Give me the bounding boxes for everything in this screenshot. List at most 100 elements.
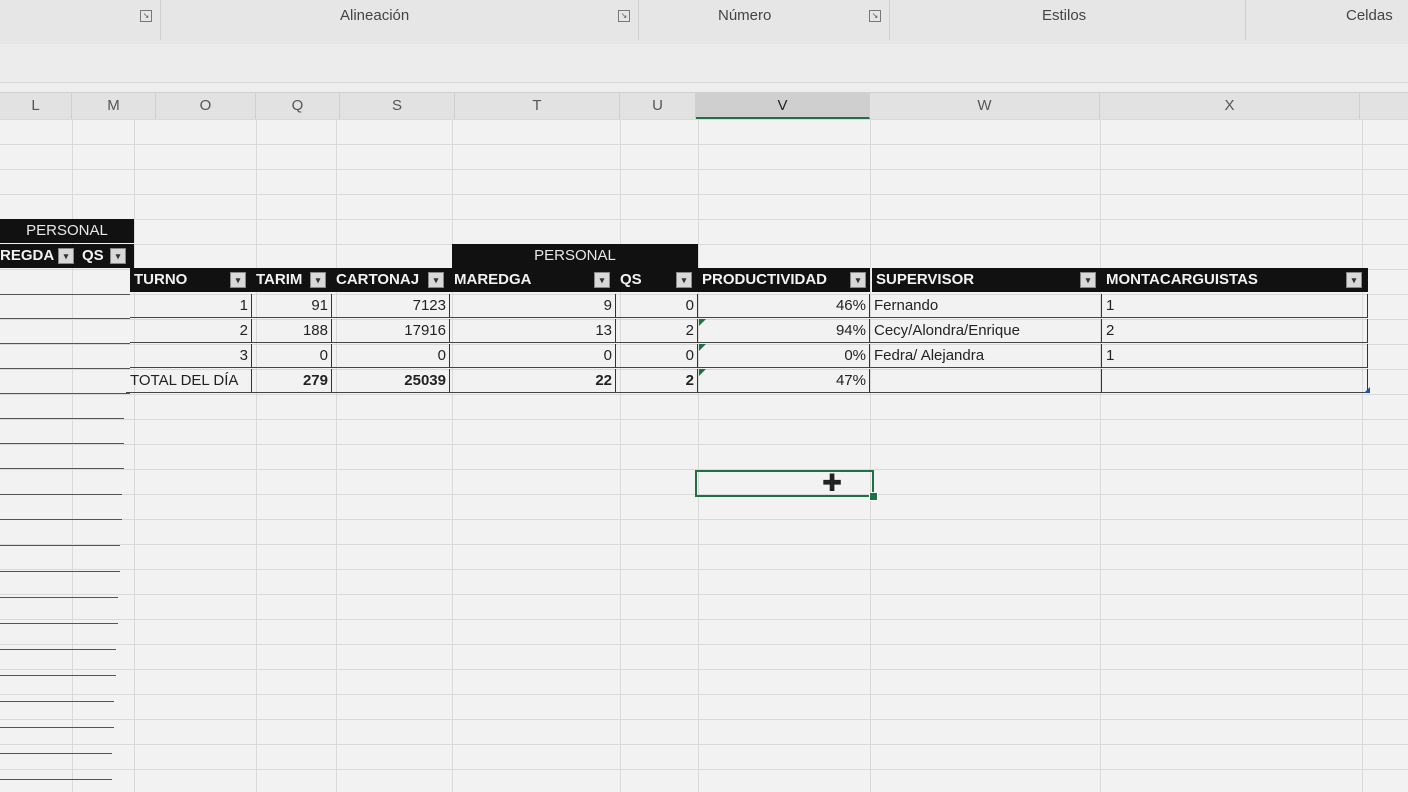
grid-line bbox=[134, 119, 135, 792]
total-maredga[interactable]: 22 bbox=[450, 369, 616, 393]
filter-dropdown-icon[interactable]: ▾ bbox=[110, 248, 126, 264]
cell-tarim[interactable]: 0 bbox=[252, 344, 332, 368]
cell-supervisor[interactable]: Fernando bbox=[870, 294, 1102, 318]
ribbon-group-estilos: Estilos bbox=[1042, 7, 1087, 24]
cell-productividad[interactable]: 94% bbox=[698, 319, 870, 343]
header-tarim-label: TARIM bbox=[256, 271, 303, 288]
filter-dropdown-icon[interactable]: ▾ bbox=[230, 272, 246, 288]
column-header-x[interactable]: X bbox=[1100, 93, 1360, 119]
cell-supervisor[interactable]: Cecy/Alondra/Enrique bbox=[870, 319, 1102, 343]
cell-montacarguistas[interactable]: 2 bbox=[1102, 319, 1368, 343]
grid-line bbox=[1362, 119, 1363, 792]
total-supervisor[interactable] bbox=[870, 369, 1102, 393]
header-productividad[interactable]: PRODUCTIVIDAD ▾ bbox=[698, 268, 870, 292]
ribbon-separator bbox=[160, 0, 161, 40]
filter-dropdown-icon[interactable]: ▾ bbox=[676, 272, 692, 288]
error-indicator-icon[interactable] bbox=[699, 344, 706, 351]
column-header-t[interactable]: T bbox=[455, 93, 620, 119]
filter-dropdown-icon[interactable]: ▾ bbox=[58, 248, 74, 264]
cell-qs[interactable]: 0 bbox=[616, 344, 698, 368]
filter-dropdown-icon[interactable]: ▾ bbox=[428, 272, 444, 288]
cell-tarim[interactable]: 91 bbox=[252, 294, 332, 318]
table-resize-handle-icon[interactable] bbox=[1364, 387, 1370, 393]
cell-productividad[interactable]: 0% bbox=[698, 344, 870, 368]
cell-tarim[interactable]: 188 bbox=[252, 319, 332, 343]
grid-line bbox=[870, 119, 871, 792]
filter-dropdown-icon[interactable]: ▾ bbox=[850, 272, 866, 288]
cell-cartonaj[interactable]: 0 bbox=[332, 344, 450, 368]
header-montacarguistas[interactable]: MONTACARGUISTAS ▾ bbox=[1102, 268, 1368, 292]
font-dialog-launcher-icon[interactable]: ↘ bbox=[140, 10, 152, 22]
cell-maredga[interactable]: 0 bbox=[450, 344, 616, 368]
cell-turno[interactable]: 1 bbox=[130, 294, 252, 318]
left-row-border bbox=[0, 318, 130, 319]
left-row-border bbox=[0, 779, 112, 780]
cell-maredga[interactable]: 13 bbox=[450, 319, 616, 343]
ribbon-group-alineacion: Alineación bbox=[340, 7, 410, 24]
left-header-regda[interactable]: REGDA ▾ bbox=[0, 244, 78, 268]
total-label[interactable]: TOTAL DEL DÍA bbox=[126, 369, 252, 393]
left-row-border bbox=[0, 343, 130, 344]
column-header-row: L M O Q S T U V W X bbox=[0, 92, 1408, 120]
grid-line bbox=[452, 119, 453, 792]
cell-qs[interactable]: 2 bbox=[616, 319, 698, 343]
total-montacarguistas[interactable] bbox=[1102, 369, 1368, 393]
cell-productividad[interactable]: 46% bbox=[698, 294, 870, 318]
cell-maredga[interactable]: 9 bbox=[450, 294, 616, 318]
column-header-v[interactable]: V bbox=[696, 93, 870, 119]
grid-line bbox=[620, 119, 621, 792]
cell-supervisor[interactable]: Fedra/ Alejandra bbox=[870, 344, 1102, 368]
total-qs[interactable]: 2 bbox=[616, 369, 698, 393]
error-indicator-icon[interactable] bbox=[699, 369, 706, 376]
table-group-title: PERSONAL bbox=[452, 244, 698, 268]
column-header-w[interactable]: W bbox=[870, 93, 1100, 119]
header-qs[interactable]: QS ▾ bbox=[616, 268, 698, 292]
fill-handle[interactable] bbox=[869, 492, 878, 501]
total-tarim[interactable]: 279 bbox=[252, 369, 332, 393]
left-row-border bbox=[0, 393, 130, 394]
error-indicator-icon[interactable] bbox=[699, 319, 706, 326]
active-cell-selection[interactable] bbox=[695, 470, 874, 497]
left-row-border bbox=[0, 494, 122, 495]
left-header-regda-label: REGDA bbox=[0, 247, 55, 264]
left-row-border bbox=[0, 418, 124, 419]
total-productividad[interactable]: 47% bbox=[698, 369, 870, 393]
column-header-u[interactable]: U bbox=[620, 93, 696, 119]
filter-dropdown-icon[interactable]: ▾ bbox=[594, 272, 610, 288]
column-header-o[interactable]: O bbox=[156, 93, 256, 119]
cell-turno[interactable]: 2 bbox=[130, 319, 252, 343]
cell-qs[interactable]: 0 bbox=[616, 294, 698, 318]
column-header-q[interactable]: Q bbox=[256, 93, 340, 119]
alignment-dialog-launcher-icon[interactable]: ↘ bbox=[618, 10, 630, 22]
column-header-m[interactable]: M bbox=[72, 93, 156, 119]
column-header-l[interactable]: L bbox=[0, 93, 72, 119]
ribbon-group-numero: Número bbox=[718, 7, 772, 24]
formula-bar[interactable] bbox=[0, 44, 1408, 83]
total-cartonaj[interactable]: 25039 bbox=[332, 369, 450, 393]
cell-montacarguistas[interactable]: 1 bbox=[1102, 294, 1368, 318]
left-row-border bbox=[0, 545, 120, 546]
left-row-border bbox=[0, 701, 114, 702]
cell-cartonaj[interactable]: 7123 bbox=[332, 294, 450, 318]
left-header-qs[interactable]: QS ▾ bbox=[78, 244, 134, 268]
header-turno[interactable]: TURNO ▾ bbox=[130, 268, 252, 292]
cell-turno[interactable]: 3 bbox=[130, 344, 252, 368]
column-header-s[interactable]: S bbox=[340, 93, 455, 119]
left-row-border bbox=[0, 468, 124, 469]
header-supervisor[interactable]: SUPERVISOR ▾ bbox=[872, 268, 1102, 292]
ribbon-group-celdas: Celdas bbox=[1346, 7, 1393, 24]
cell-montacarguistas[interactable]: 1 bbox=[1102, 344, 1368, 368]
cell-cartonaj[interactable]: 17916 bbox=[332, 319, 450, 343]
header-tarim[interactable]: TARIM ▾ bbox=[252, 268, 332, 292]
filter-dropdown-icon[interactable]: ▾ bbox=[1080, 272, 1096, 288]
filter-dropdown-icon[interactable]: ▾ bbox=[1346, 272, 1362, 288]
header-cartonaj[interactable]: CARTONAJ ▾ bbox=[332, 268, 450, 292]
header-maredga-label: MAREDGA bbox=[454, 271, 532, 288]
header-montacarguistas-label: MONTACARGUISTAS bbox=[1106, 271, 1258, 288]
number-dialog-launcher-icon[interactable]: ↘ bbox=[869, 10, 881, 22]
left-header-qs-label: QS bbox=[82, 247, 104, 264]
left-row-border bbox=[0, 571, 120, 572]
header-maredga[interactable]: MAREDGA ▾ bbox=[450, 268, 616, 292]
filter-dropdown-icon[interactable]: ▾ bbox=[310, 272, 326, 288]
worksheet-grid[interactable] bbox=[0, 119, 1408, 792]
